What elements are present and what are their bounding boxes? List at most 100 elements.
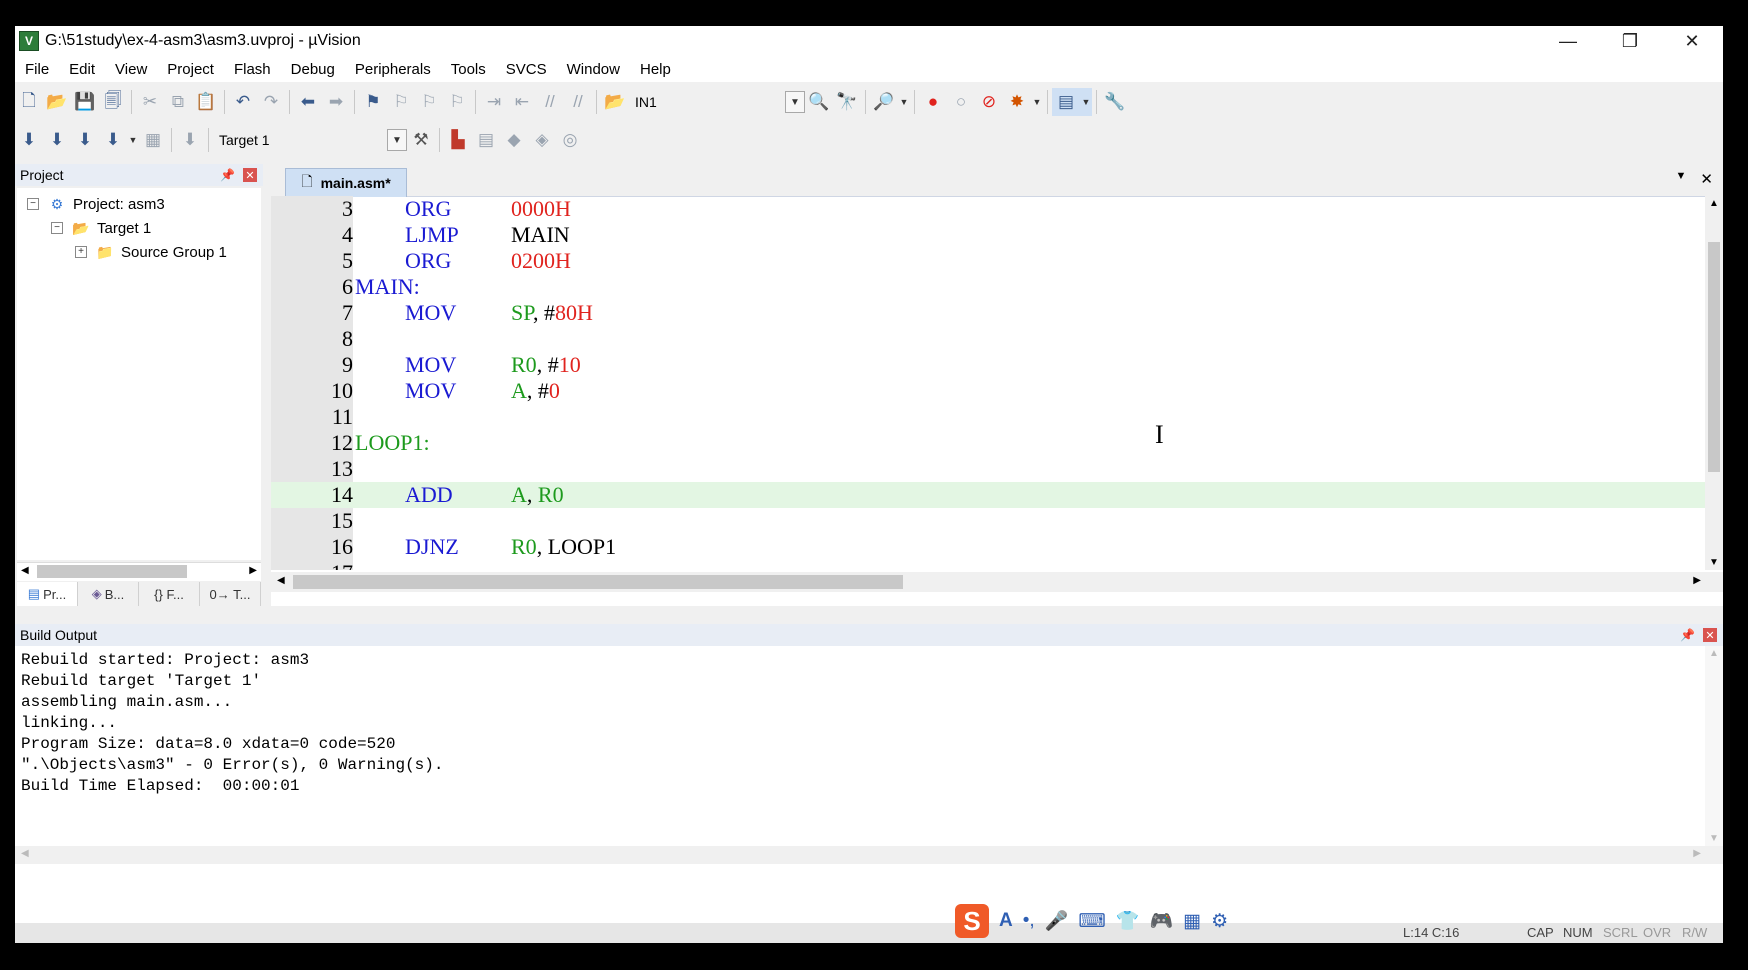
build-hscrollbar[interactable]: ◀ ▶ bbox=[15, 846, 1723, 864]
find-in-files-icon[interactable]: 📂 bbox=[601, 88, 629, 116]
scroll-up-icon[interactable]: ▲ bbox=[1709, 198, 1719, 209]
code-line[interactable]: 12 LOOP1: bbox=[271, 430, 1705, 456]
code-line[interactable]: 15 bbox=[271, 508, 1705, 534]
close-icon[interactable]: ✕ bbox=[1703, 628, 1717, 642]
build-output-text[interactable]: Rebuild started: Project: asm3 Rebuild ta… bbox=[21, 650, 443, 797]
code-line[interactable]: 17 bbox=[271, 560, 1705, 570]
find-combobox[interactable]: IN1 ▼ bbox=[629, 91, 805, 113]
editor-hscrollbar[interactable]: ◀ ▶ bbox=[271, 572, 1723, 592]
tab-project[interactable]: ▤ Pr... bbox=[17, 582, 78, 606]
menu-debug[interactable]: Debug bbox=[281, 61, 345, 78]
punctuation-icon[interactable]: •, bbox=[1023, 910, 1035, 932]
download-icon[interactable]: ⬇ bbox=[176, 126, 204, 154]
save-icon[interactable]: 💾 bbox=[71, 88, 99, 116]
scroll-left-icon[interactable]: ◀ bbox=[277, 575, 285, 586]
code-line[interactable]: 13 bbox=[271, 456, 1705, 482]
indent-icon[interactable]: ⇥ bbox=[480, 88, 508, 116]
target-options-icon[interactable]: ⚒ bbox=[407, 126, 435, 154]
code-line-current[interactable]: 14 ADD A, R0 bbox=[271, 482, 1705, 508]
chevron-down-icon[interactable]: ▼ bbox=[898, 88, 910, 116]
chevron-down-icon[interactable]: ▼ bbox=[785, 91, 805, 113]
settings-icon[interactable]: ⚙ bbox=[1211, 910, 1228, 933]
menu-help[interactable]: Help bbox=[630, 61, 681, 78]
build-vscrollbar[interactable]: ▲ ▼ bbox=[1705, 646, 1723, 846]
uncomment-icon[interactable]: // bbox=[564, 88, 592, 116]
insert-breakpoint-icon[interactable]: ● bbox=[919, 88, 947, 116]
skin-icon[interactable]: 👕 bbox=[1116, 909, 1140, 933]
navigate-back-icon[interactable]: ⬅ bbox=[294, 88, 322, 116]
copy-icon[interactable]: ⧉ bbox=[164, 88, 192, 116]
chevron-down-icon[interactable]: ▼ bbox=[127, 126, 139, 154]
scroll-left-icon[interactable]: ◀ bbox=[21, 848, 29, 859]
collapse-icon[interactable]: − bbox=[51, 222, 63, 234]
scroll-up-icon[interactable]: ▲ bbox=[1709, 648, 1719, 659]
code-line[interactable]: 5 ORG 0200H bbox=[271, 248, 1705, 274]
code-line[interactable]: 11 bbox=[271, 404, 1705, 430]
comment-icon[interactable]: // bbox=[536, 88, 564, 116]
code-line[interactable]: 6 MAIN: bbox=[271, 274, 1705, 300]
stop-build-icon[interactable]: ▦ bbox=[139, 126, 167, 154]
chevron-down-icon[interactable]: ▼ bbox=[387, 129, 407, 151]
disable-all-breakpoints-icon[interactable]: ⊘ bbox=[975, 88, 1003, 116]
menu-tools[interactable]: Tools bbox=[441, 61, 496, 78]
code-line[interactable]: 4 LJMP MAIN bbox=[271, 222, 1705, 248]
tree-item-project[interactable]: − ⚙ Project: asm3 bbox=[27, 192, 165, 216]
toolbox-icon[interactable]: ▦ bbox=[1183, 910, 1201, 933]
scroll-left-icon[interactable]: ◀ bbox=[21, 565, 29, 576]
menu-window[interactable]: Window bbox=[557, 61, 630, 78]
window-layout-icon[interactable]: ▤ bbox=[1052, 88, 1080, 116]
redo-icon[interactable]: ↷ bbox=[257, 88, 285, 116]
collapse-icon[interactable]: − bbox=[27, 198, 39, 210]
code-line[interactable]: 10 MOV A, #0 bbox=[271, 378, 1705, 404]
batch-build-icon[interactable]: ⬇ bbox=[99, 126, 127, 154]
select-packs-icon[interactable]: ▤ bbox=[472, 126, 500, 154]
restore-button[interactable]: ❐ bbox=[1599, 26, 1661, 56]
scroll-right-icon[interactable]: ▶ bbox=[1693, 575, 1701, 586]
target-select[interactable]: Target 1 ▼ bbox=[213, 129, 407, 151]
code-area[interactable]: 3 ORG 0000H 4 LJMP MAIN 5 ORG 0200H 6 MAIN: 7 MOV SP,… bbox=[271, 196, 1705, 570]
paste-icon[interactable]: 📋 bbox=[192, 88, 220, 116]
expand-icon[interactable]: + bbox=[75, 246, 87, 258]
clear-bookmarks-icon[interactable]: ⚐ bbox=[443, 88, 471, 116]
pin-icon[interactable]: 📌 bbox=[220, 168, 235, 182]
scroll-thumb[interactable] bbox=[1708, 242, 1720, 472]
configure-icon[interactable]: 🔧 bbox=[1101, 88, 1129, 116]
menu-edit[interactable]: Edit bbox=[59, 61, 105, 78]
prev-bookmark-icon[interactable]: ⚐ bbox=[387, 88, 415, 116]
incremental-find-icon[interactable]: 🔭 bbox=[833, 88, 861, 116]
debug-session-icon[interactable]: 🔎 bbox=[870, 88, 898, 116]
code-line[interactable]: 8 bbox=[271, 326, 1705, 352]
navigate-forward-icon[interactable]: ➡ bbox=[322, 88, 350, 116]
kill-breakpoints-icon[interactable]: ✸ bbox=[1003, 88, 1031, 116]
build-icon[interactable]: ⬇ bbox=[43, 126, 71, 154]
menu-project[interactable]: Project bbox=[157, 61, 224, 78]
minimize-button[interactable]: — bbox=[1537, 26, 1599, 56]
chevron-down-icon[interactable]: ▼ bbox=[1080, 88, 1092, 116]
close-icon[interactable]: ✕ bbox=[243, 168, 257, 182]
menu-svcs[interactable]: SVCS bbox=[496, 61, 557, 78]
scroll-down-icon[interactable]: ▼ bbox=[1709, 557, 1719, 568]
project-hscrollbar[interactable]: ◀ ▶ bbox=[17, 562, 261, 581]
language-mode-icon[interactable]: A bbox=[999, 910, 1013, 932]
code-line[interactable]: 3 ORG 0000H bbox=[271, 196, 1705, 222]
sogou-logo-icon[interactable]: S bbox=[955, 904, 989, 938]
menu-view[interactable]: View bbox=[105, 61, 157, 78]
rebuild-icon[interactable]: ⬇ bbox=[71, 126, 99, 154]
open-file-icon[interactable]: 📂 bbox=[43, 88, 71, 116]
pin-icon[interactable]: 📌 bbox=[1680, 628, 1695, 642]
next-bookmark-icon[interactable]: ⚐ bbox=[415, 88, 443, 116]
editor-vscrollbar[interactable]: ▲ ▼ bbox=[1705, 196, 1723, 570]
tab-templates[interactable]: 0→ T... bbox=[200, 582, 261, 606]
scroll-thumb[interactable] bbox=[293, 575, 903, 589]
new-file-icon[interactable]: 🗋 bbox=[15, 88, 43, 116]
menu-flash[interactable]: Flash bbox=[224, 61, 281, 78]
code-line[interactable]: 9 MOV R0, #10 bbox=[271, 352, 1705, 378]
tab-functions[interactable]: {} F... bbox=[139, 582, 200, 606]
find-icon[interactable]: 🔍 bbox=[805, 88, 833, 116]
manage-project-items-icon[interactable]: ▙ bbox=[444, 126, 472, 154]
undo-icon[interactable]: ↶ bbox=[229, 88, 257, 116]
manage-rte-icon[interactable]: ◆ bbox=[500, 126, 528, 154]
close-button[interactable]: ✕ bbox=[1661, 26, 1723, 56]
scroll-right-icon[interactable]: ▶ bbox=[249, 565, 257, 576]
select-software-packs-icon[interactable]: ◈ bbox=[528, 126, 556, 154]
